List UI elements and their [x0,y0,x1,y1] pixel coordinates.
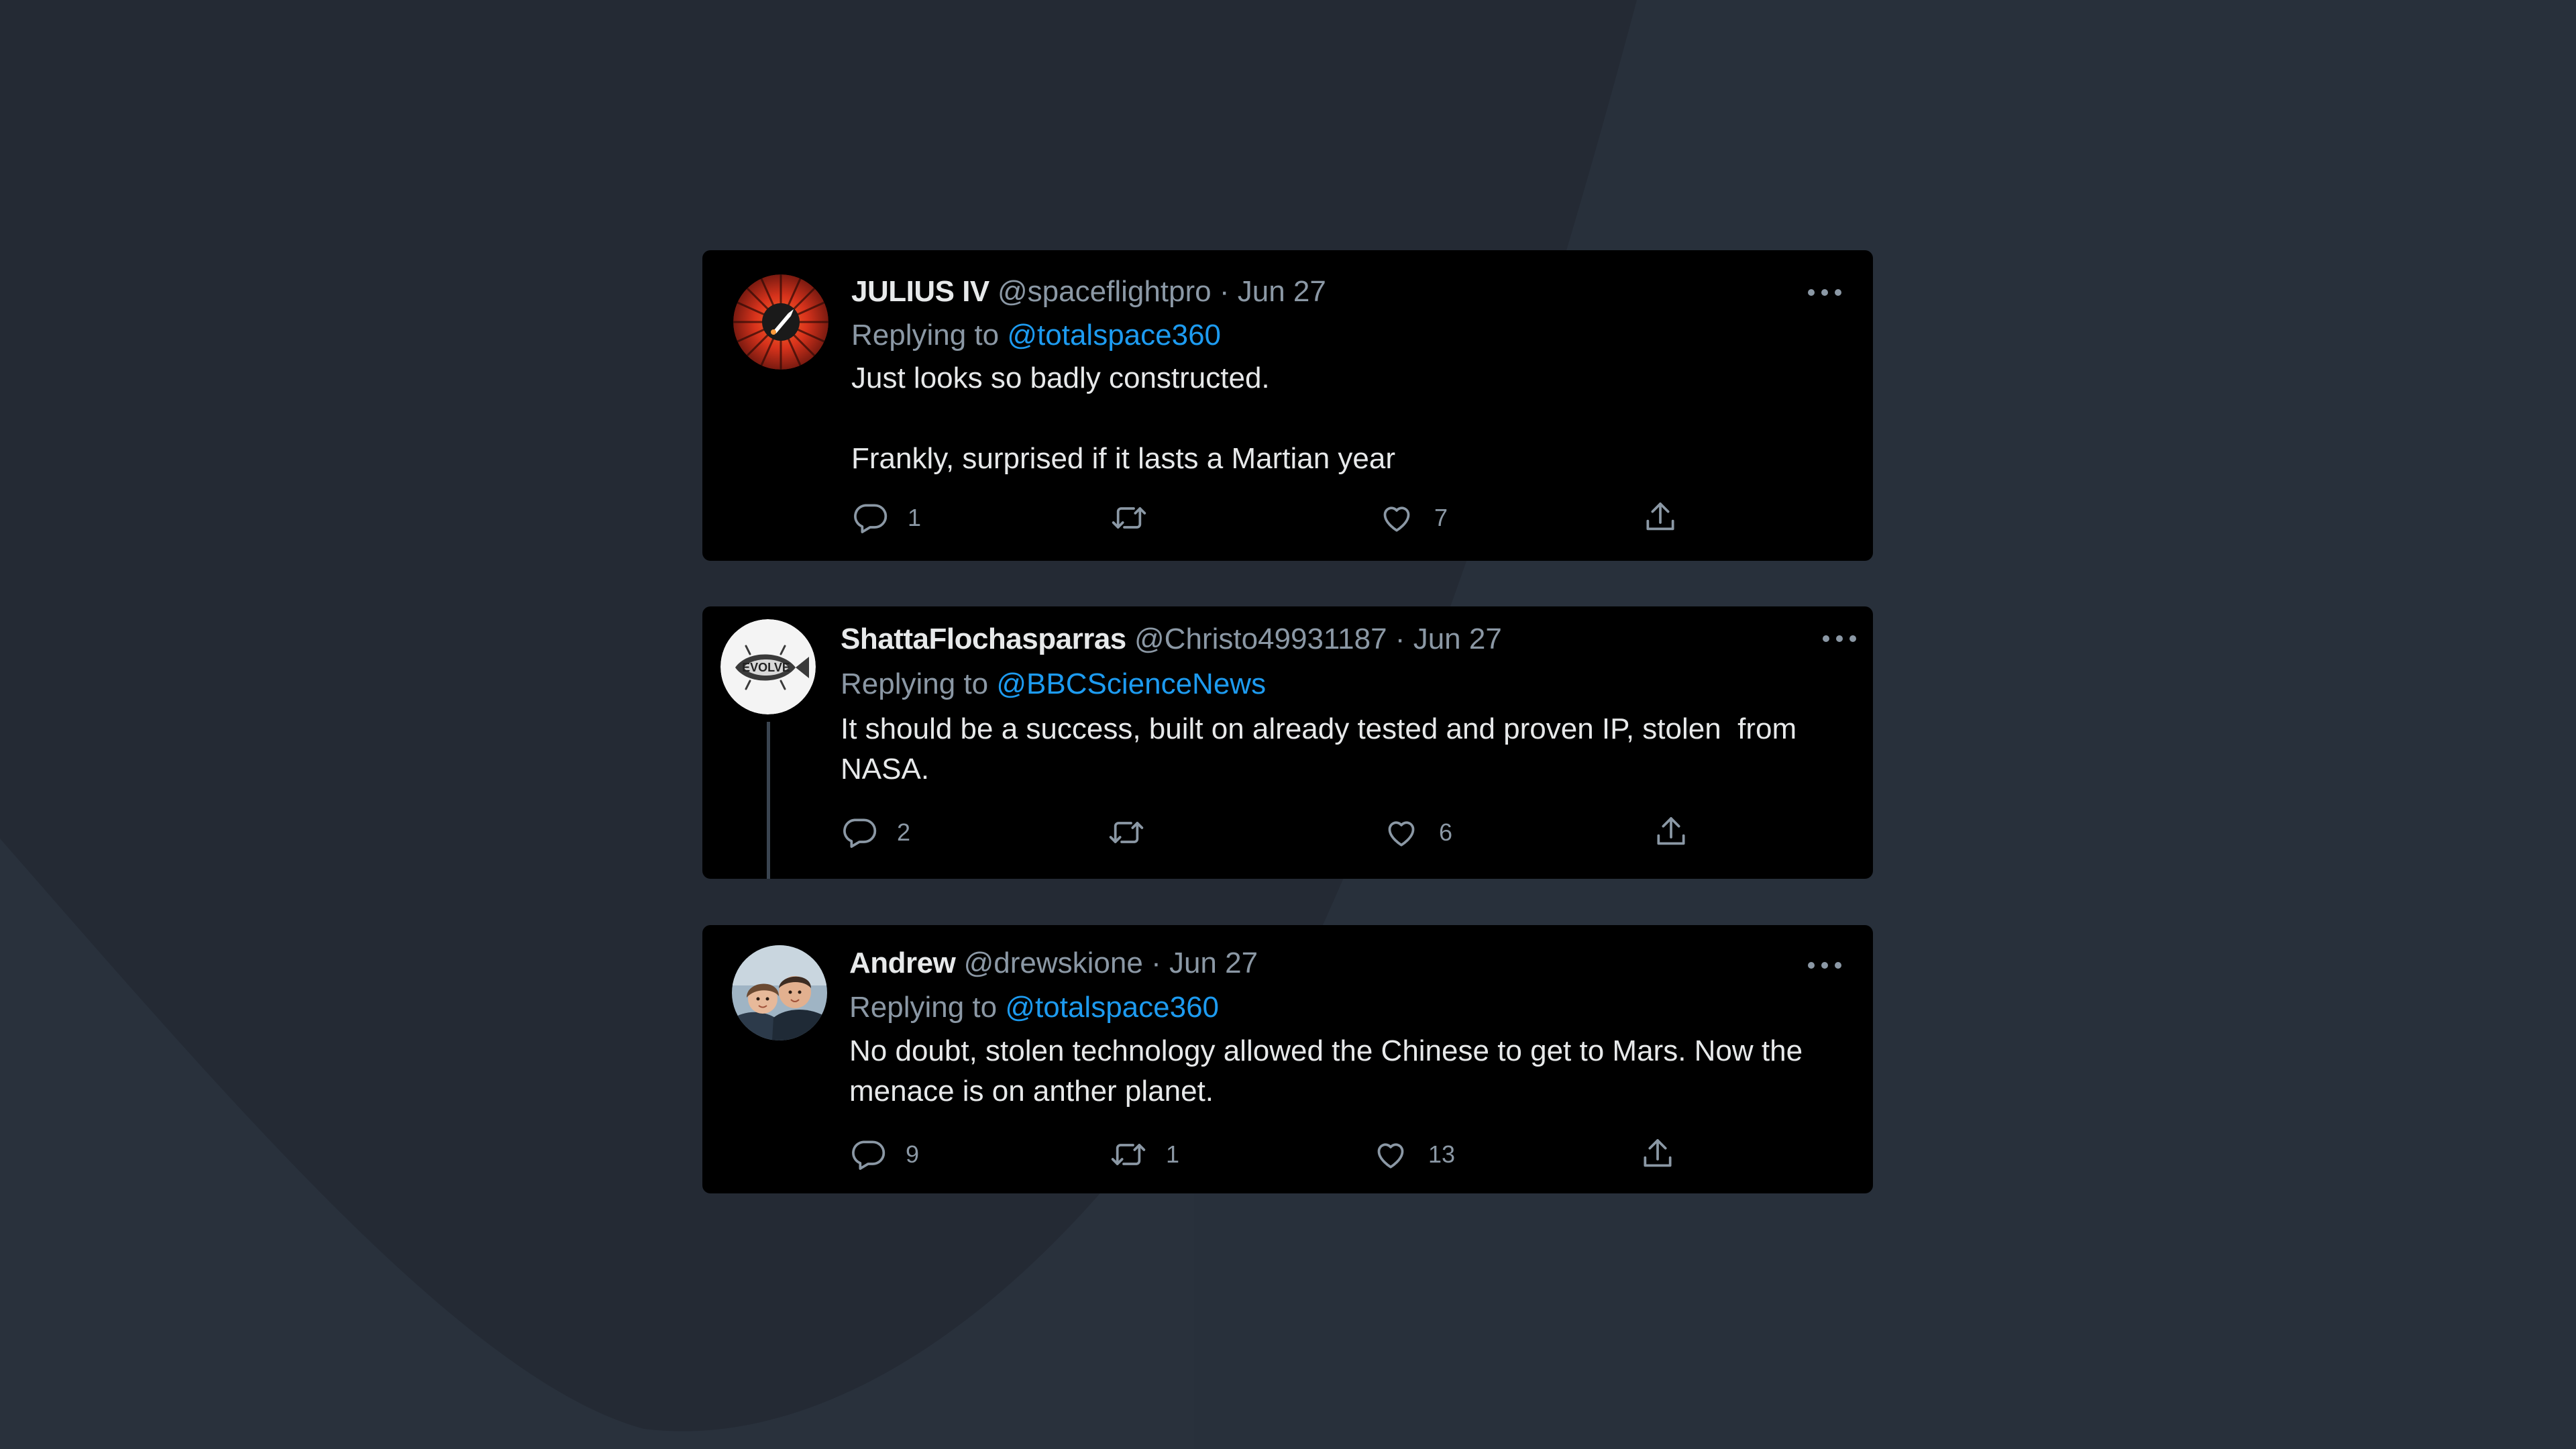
retweet-button[interactable]: 1 [1110,1131,1179,1178]
reply-count: 9 [906,1140,920,1168]
heart-icon [1377,1143,1404,1169]
mention-link[interactable]: @totalspace360 [1007,319,1221,352]
tweet-card[interactable]: EVOLVE ShattaFlochasparras @Christo49931… [702,606,1873,879]
couple-photo-avatar-icon [732,945,827,1040]
reply-icon [854,504,888,533]
tweet-actions: 2 6 [841,809,1780,856]
avatar[interactable] [733,274,828,370]
tweet-date[interactable]: Jun 27 [1413,623,1502,655]
tweet-header: JULIUS IV @spaceflightpro · Jun 27 [851,273,1326,311]
reply-count: 2 [897,818,911,846]
mention-link[interactable]: @totalspace360 [1005,991,1219,1024]
replying-to: Replying to @BBCScienceNews [841,665,1266,703]
tweet-actions: 9 1 13 [849,1131,1788,1178]
replying-to: Replying to @totalspace360 [851,317,1221,354]
more-options-icon[interactable] [1805,959,1845,972]
tweet-text: Just looks so badly constructed. Frankly… [851,362,1395,475]
user-handle[interactable]: @spaceflightpro [998,275,1212,308]
tweet-date[interactable]: Jun 27 [1169,947,1258,979]
rocket-sunburst-avatar-icon [733,274,828,370]
reply-icon [852,1140,885,1170]
share-button[interactable] [1652,809,1690,856]
evolve-fish-avatar-icon: EVOLVE [720,619,816,714]
user-handle[interactable]: @Christo49931187 [1134,623,1387,655]
retweet-count: 1 [1166,1140,1180,1168]
avatar[interactable] [732,945,827,1040]
svg-text:EVOLVE: EVOLVE [742,661,790,674]
heart-icon [1388,821,1415,847]
like-count: 13 [1428,1140,1456,1168]
share-button[interactable] [1639,1131,1676,1178]
like-button[interactable]: 13 [1372,1131,1455,1178]
like-count: 6 [1439,818,1453,846]
replying-prefix: Replying to [849,991,998,1024]
like-count: 7 [1434,504,1448,531]
share-icon [1646,502,1674,531]
display-name[interactable]: JULIUS IV [851,275,989,308]
replying-to: Replying to @totalspace360 [849,989,1219,1026]
share-button[interactable] [1642,494,1679,541]
more-options-icon[interactable] [1819,632,1860,645]
share-icon [1657,817,1685,845]
avatar[interactable]: EVOLVE [720,619,816,714]
replying-prefix: Replying to [851,319,1000,352]
like-button[interactable]: 7 [1378,494,1448,541]
tweet-card[interactable]: JULIUS IV @spaceflightpro · Jun 27 Reply… [702,250,1873,561]
reply-button[interactable]: 2 [841,809,910,856]
retweet-icon [1111,1144,1146,1165]
tweet-text: It should be a success, built on already… [841,712,1805,786]
reply-icon [843,818,877,848]
retweet-button[interactable] [1108,809,1164,856]
tweet-text: No doubt, stolen technology allowed the … [849,1034,1811,1108]
thread-line [767,722,770,879]
more-options-icon[interactable] [1805,286,1845,299]
tweet-actions: 1 7 [851,494,1790,541]
heart-icon [1383,506,1410,532]
retweet-icon [1112,507,1146,529]
separator: · [1151,947,1161,979]
reply-button[interactable]: 1 [851,494,921,541]
display-name[interactable]: Andrew [849,947,956,979]
share-icon [1644,1139,1672,1167]
tweet-card[interactable]: Andrew @drewskione · Jun 27 Replying to … [702,925,1873,1193]
tweet-date[interactable]: Jun 27 [1238,275,1326,308]
replying-prefix: Replying to [841,667,989,700]
separator: · [1219,275,1230,308]
reply-button[interactable]: 9 [849,1131,919,1178]
display-name[interactable]: ShattaFlochasparras [841,623,1126,655]
tweet-header: Andrew @drewskione · Jun 27 [849,945,1258,982]
mention-link[interactable]: @BBCScienceNews [996,667,1266,700]
like-button[interactable]: 6 [1383,809,1452,856]
tweet-header: ShattaFlochasparras @Christo49931187 · J… [841,621,1502,658]
retweet-icon [1109,822,1144,843]
separator: · [1395,623,1405,655]
retweet-button[interactable] [1110,494,1167,541]
reply-count: 1 [908,504,922,531]
user-handle[interactable]: @drewskione [964,947,1143,979]
